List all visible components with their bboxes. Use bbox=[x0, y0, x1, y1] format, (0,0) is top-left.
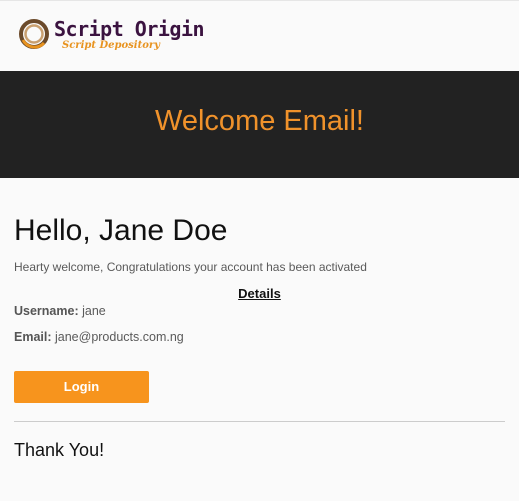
thank-you-text: Thank You! bbox=[14, 440, 105, 460]
ring-logo-icon bbox=[19, 19, 49, 49]
username-label: Username: bbox=[14, 304, 79, 318]
username-row: Username: jane bbox=[14, 304, 106, 318]
email-label: Email: bbox=[14, 330, 52, 344]
brand-logo[interactable]: Script Origin Script Depository bbox=[16, 15, 205, 57]
logo-bar: Script Origin Script Depository bbox=[0, 1, 519, 71]
welcome-banner: Welcome Email! bbox=[0, 71, 519, 178]
email-value[interactable]: jane@products.com.ng bbox=[55, 330, 184, 344]
brand-tagline: Script Depository bbox=[62, 40, 160, 51]
greeting-heading: Hello, Jane Doe bbox=[14, 214, 228, 247]
welcome-message: Hearty welcome, Congratulations your acc… bbox=[14, 260, 367, 274]
divider bbox=[14, 421, 505, 422]
brand-name: Script Origin bbox=[54, 17, 205, 41]
login-button[interactable]: Login bbox=[14, 371, 149, 403]
details-heading: Details bbox=[238, 286, 281, 301]
email-page: Script Origin Script Depository Welcome … bbox=[0, 0, 519, 501]
banner-title: Welcome Email! bbox=[155, 105, 364, 137]
email-row: Email: jane@products.com.ng bbox=[14, 330, 184, 344]
username-value: jane bbox=[82, 304, 106, 318]
